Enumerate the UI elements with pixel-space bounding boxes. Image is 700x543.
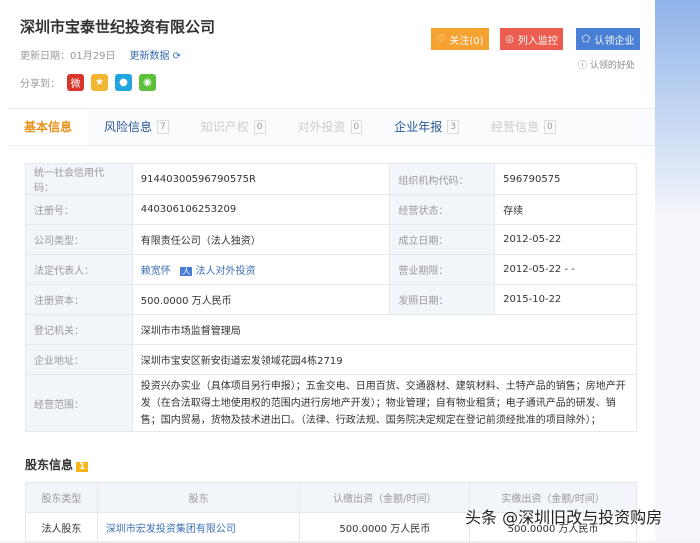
tab-investment[interactable]: 对外投资 0 [282, 109, 379, 145]
weibo-icon[interactable]: 微 [67, 74, 84, 91]
bulb-icon: ◎ [505, 33, 514, 45]
claim-button[interactable]: ⬠ 认领企业 [576, 28, 640, 50]
wechat-icon[interactable]: ◉ [139, 74, 156, 91]
basic-info-table: 统一社会信用代码： 91440300596790575R 组织机构代码： 596790… [25, 163, 638, 432]
watermark: 头条 @深圳旧改与投资购房 [465, 508, 663, 527]
shareholders-heading: 股东信息 1 [25, 456, 89, 473]
shareholder-link[interactable]: 深圳市宏发投资集团有限公司 [96, 512, 301, 543]
share-label: 分享到： [20, 79, 60, 90]
refresh-icon: ⟳ [172, 51, 182, 62]
company-page: 深圳市宝泰世纪投资有限公司 更新日期：01月29日 更新数据 ⟳ 分享到： 微 ★… [0, 0, 655, 543]
follow-button[interactable]: ♡ 关注(0) [431, 28, 489, 50]
tab-risk-info[interactable]: 风险信息 7 [88, 109, 185, 145]
tab-bar: 基本信息 风险信息 7 知识产权 0 对外投资 0 企业年报 3 经营信息 0 [8, 108, 655, 146]
update-date: 更新日期：01月29日 [20, 51, 116, 62]
qzone-icon[interactable]: ★ [91, 74, 108, 91]
shield-icon: ⬠ [581, 33, 591, 45]
share-row: 分享到： 微 ★ ● ◉ [20, 74, 156, 91]
rep-investment-link[interactable]: 法人对外投资 [196, 266, 256, 277]
legal-rep-link[interactable]: 赖宽怀 [141, 266, 171, 277]
tab-basic-info[interactable]: 基本信息 [8, 109, 89, 145]
update-info: 更新日期：01月29日 更新数据 ⟳ [20, 47, 181, 62]
qq-icon[interactable]: ● [115, 74, 132, 91]
heart-icon: ♡ [436, 33, 446, 45]
tab-annual-report[interactable]: 企业年报 3 [378, 109, 475, 145]
question-icon: ⓘ [578, 61, 588, 71]
claim-benefits-link[interactable]: ⓘ 认领的好处 [578, 58, 635, 71]
side-panel [655, 0, 700, 541]
tab-ip[interactable]: 知识产权 0 [185, 109, 282, 145]
person-icon: 人 [180, 267, 193, 276]
refresh-data-link[interactable]: 更新数据 ⟳ [129, 51, 181, 62]
company-name: 深圳市宝泰世纪投资有限公司 [20, 18, 216, 36]
monitor-button[interactable]: ◎ 列入监控 [500, 28, 563, 50]
tab-operation[interactable]: 经营信息 0 [475, 109, 572, 145]
